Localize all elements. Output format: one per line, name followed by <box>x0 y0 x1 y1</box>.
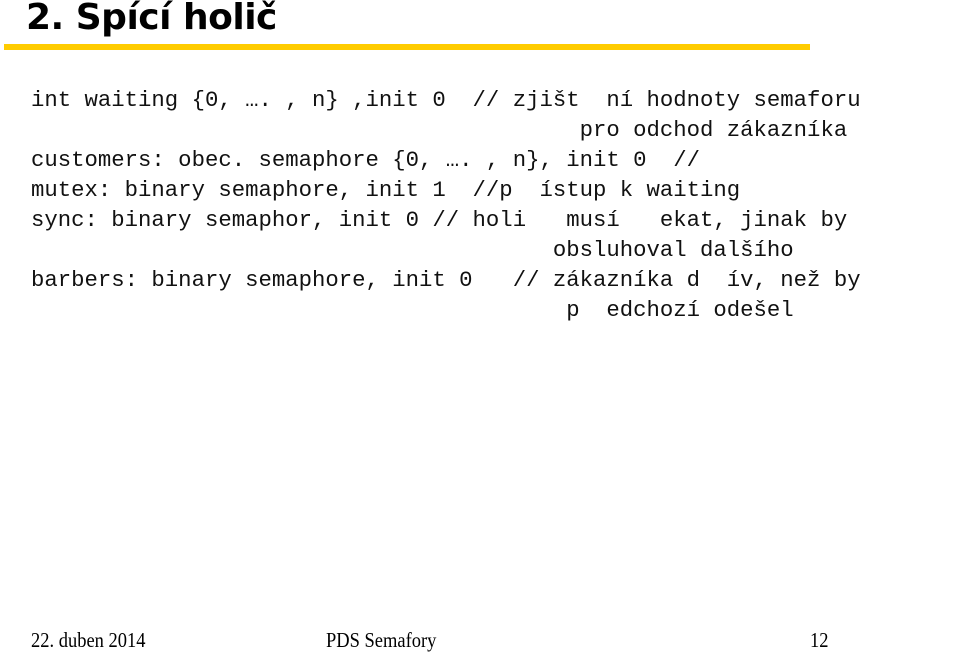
page-number: 12 <box>810 628 829 652</box>
code-line: obsluhoval dalšího <box>31 237 794 263</box>
slide-title: 2. Spící holič <box>26 0 277 38</box>
code-line: barbers: binary semaphore, init 0 // zák… <box>31 267 861 293</box>
code-line: int waiting {0, …. , n} ,init 0 // zjišt… <box>31 87 861 113</box>
code-line: p edchozí odešel <box>31 297 794 323</box>
title-underline <box>4 44 810 50</box>
code-line: sync: binary semaphor, init 0 // holi mu… <box>31 207 848 233</box>
code-line: customers: obec. semaphore {0, …. , n}, … <box>31 147 701 173</box>
code-line: mutex: binary semaphore, init 1 //p ístu… <box>31 177 741 203</box>
code-block: int waiting {0, …. , n} ,init 0 // zjišt… <box>0 0 861 323</box>
code-line: pro odchod zákazníka <box>31 117 848 143</box>
footer-title: PDS Semafory <box>326 628 437 652</box>
footer-date: 22. duben 2014 <box>31 628 146 652</box>
